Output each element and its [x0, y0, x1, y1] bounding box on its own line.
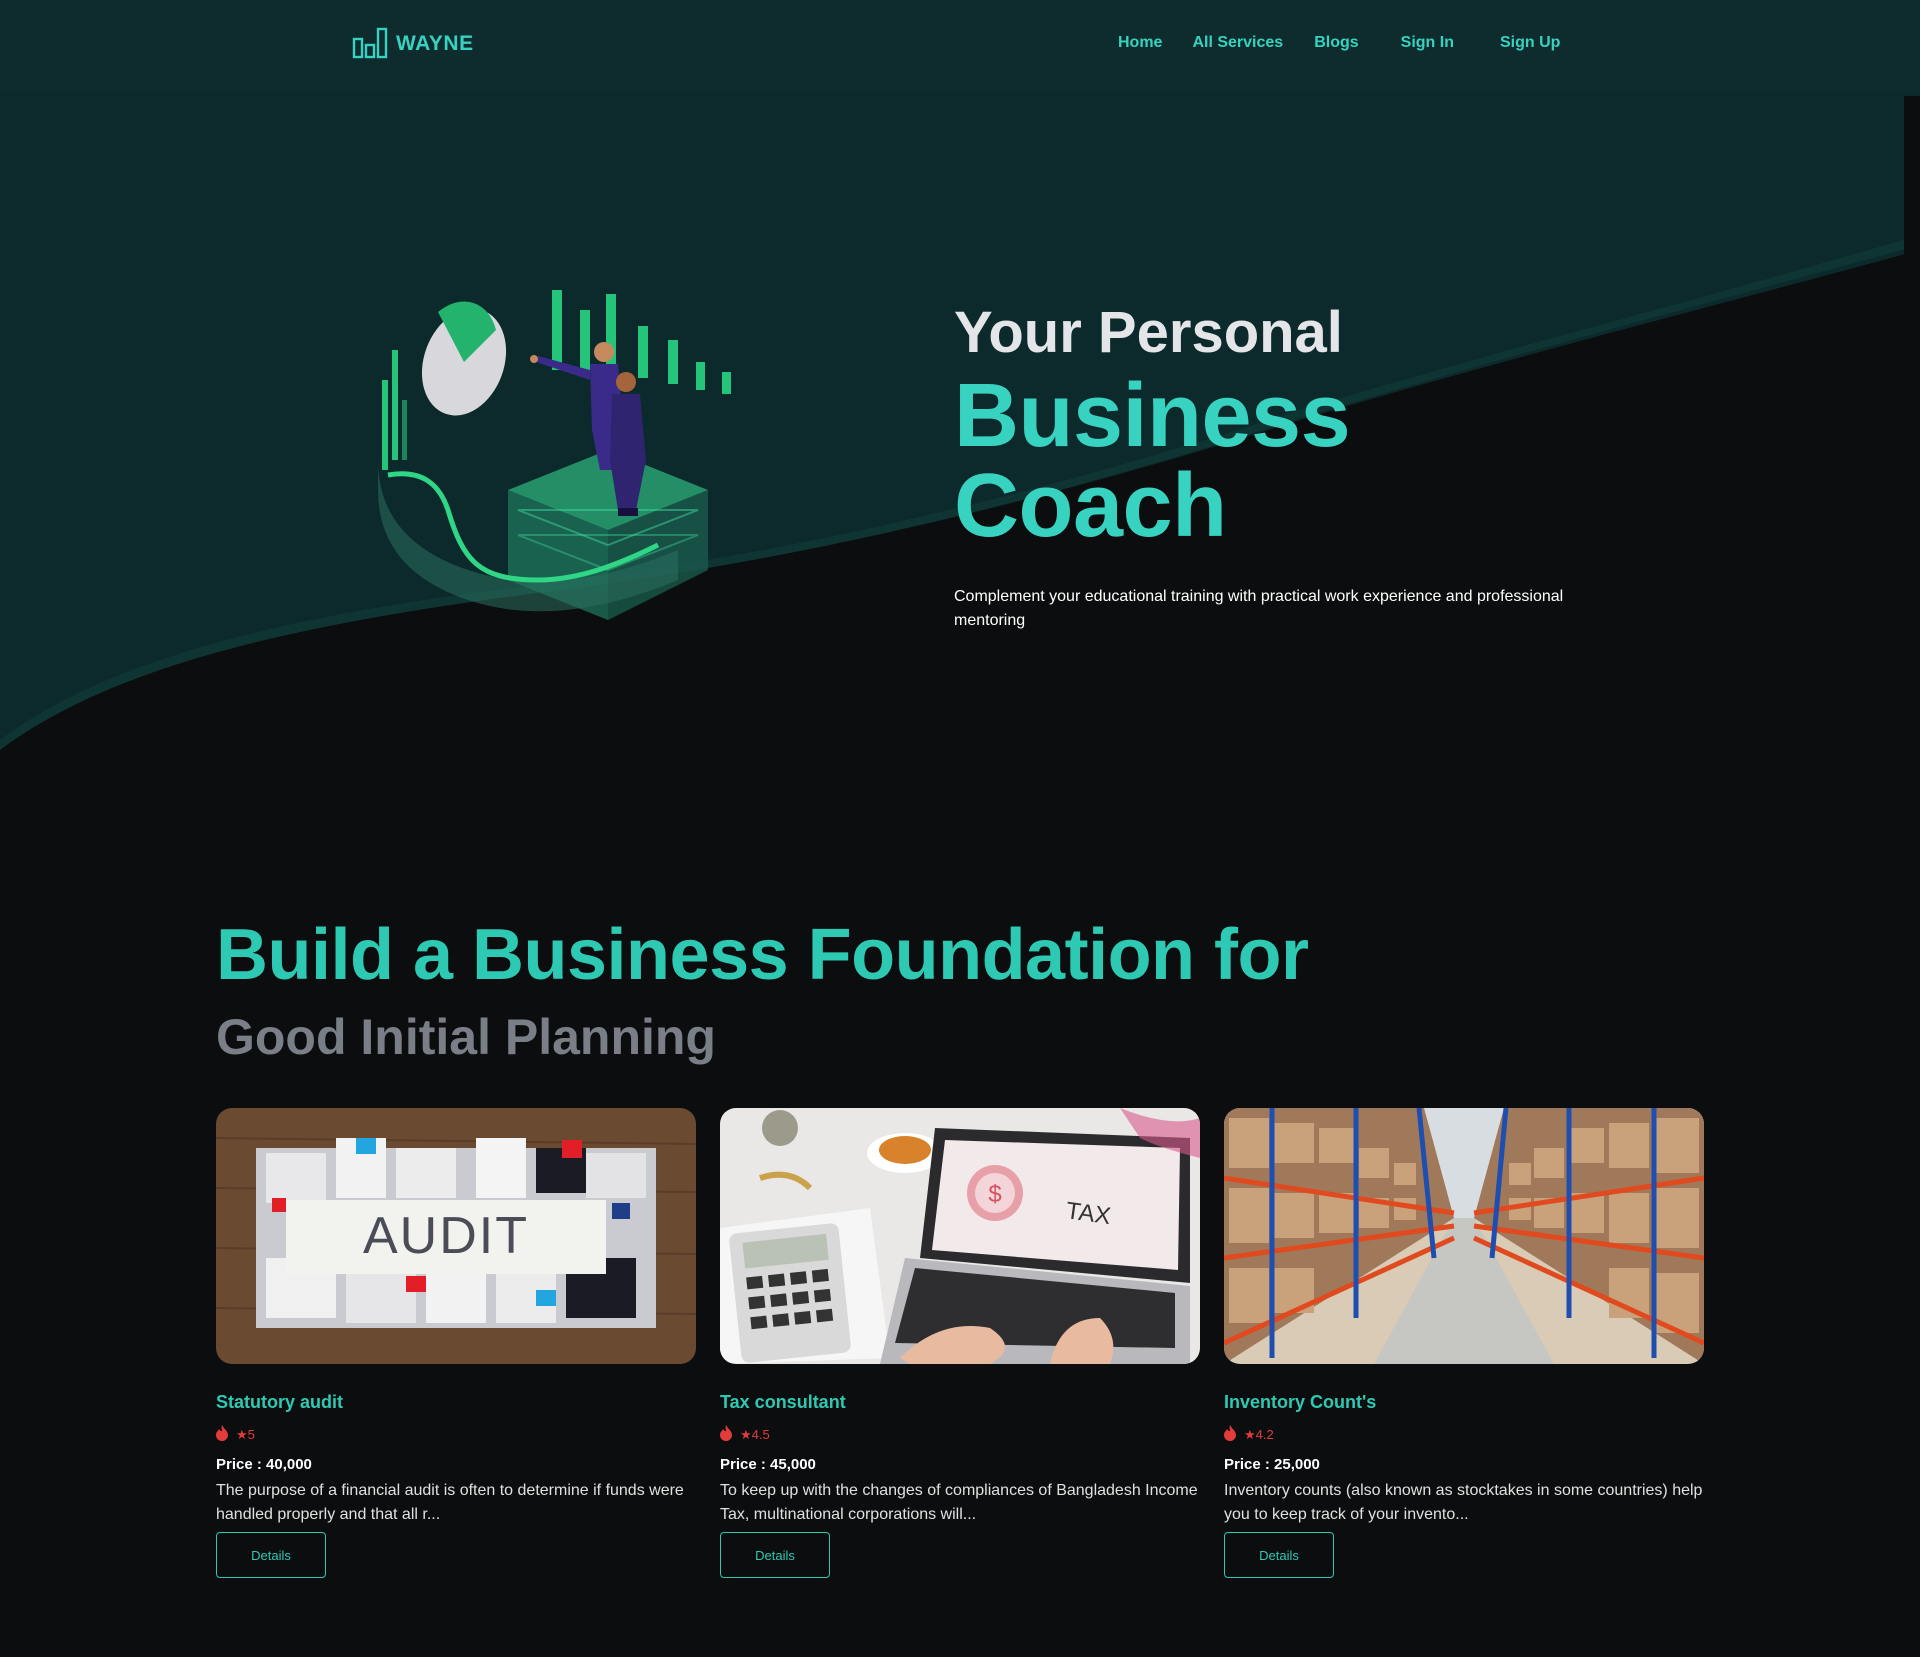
hero-heading-line-3: Coach	[954, 455, 1227, 556]
fire-icon	[1224, 1425, 1236, 1444]
nav-sign-in-link[interactable]: Sign In	[1393, 30, 1462, 56]
rating-value: ★4.2	[1244, 1426, 1274, 1442]
rating-value: ★4.5	[740, 1426, 770, 1442]
service-rating: ★4.2	[1224, 1425, 1704, 1444]
section-title: Build a Business Foundation for	[216, 915, 1309, 995]
service-rating: ★5	[216, 1425, 696, 1444]
service-title[interactable]: Tax consultant	[720, 1392, 1200, 1413]
nav-menu: Home All Services Blogs Sign In Sign Up	[1110, 30, 1568, 56]
audit-label: AUDIT	[363, 1207, 529, 1265]
service-description: The purpose of a financial audit is ofte…	[216, 1482, 684, 1523]
service-rating: ★4.5	[720, 1425, 1200, 1444]
rating-value: ★5	[236, 1426, 255, 1442]
service-card: $ TAX Tax consultant ★4.5 Price : 45,000…	[720, 1108, 1200, 1578]
brand-name: WAYNE	[396, 32, 474, 55]
service-title[interactable]: Inventory Count's	[1224, 1392, 1704, 1413]
details-button[interactable]: Details	[216, 1532, 326, 1578]
fire-icon	[720, 1425, 732, 1444]
details-button[interactable]: Details	[720, 1532, 830, 1578]
service-price: Price : 25,000	[1224, 1456, 1320, 1473]
hero-heading-line-1: Your Personal	[954, 300, 1343, 365]
warehouse-image[interactable]	[1224, 1108, 1704, 1364]
tax-image[interactable]: $ TAX	[720, 1108, 1200, 1364]
hero-heading-line-2: Business	[954, 365, 1351, 466]
service-card: AUDIT Statutory audit ★5 Price : 40,000 …	[216, 1108, 696, 1578]
details-button[interactable]: Details	[1224, 1532, 1334, 1578]
fire-icon	[216, 1425, 228, 1444]
nav-sign-up-link[interactable]: Sign Up	[1492, 30, 1568, 56]
section-subtitle: Good Initial Planning	[216, 1009, 716, 1065]
hero-text-block: Your Personal Business Coach Complement …	[954, 300, 1594, 633]
service-description: Inventory counts (also known as stocktak…	[1224, 1482, 1703, 1523]
brand-logo[interactable]: WAYNE	[352, 26, 474, 62]
nav-blogs-link[interactable]: Blogs	[1306, 30, 1366, 56]
navbar: WAYNE Home All Services Blogs Sign In Si…	[0, 0, 1920, 90]
nav-all-services-link[interactable]: All Services	[1184, 30, 1291, 56]
service-title[interactable]: Statutory audit	[216, 1392, 696, 1413]
bar-chart-icon	[352, 25, 388, 64]
services-list: AUDIT Statutory audit ★5 Price : 40,000 …	[216, 1108, 1704, 1578]
service-price: Price : 40,000	[216, 1456, 312, 1473]
nav-home-link[interactable]: Home	[1110, 30, 1170, 56]
service-price: Price : 45,000	[720, 1456, 816, 1473]
service-card: Inventory Count's ★4.2 Price : 25,000 In…	[1224, 1108, 1704, 1578]
scrollbar-track[interactable]	[1904, 96, 1920, 296]
service-description: To keep up with the changes of complianc…	[720, 1482, 1198, 1523]
hero-description: Complement your educational training wit…	[954, 587, 1564, 629]
business-coach-illustration	[378, 280, 778, 640]
audit-image[interactable]: AUDIT	[216, 1108, 696, 1364]
svg-text:$: $	[988, 1181, 1001, 1208]
